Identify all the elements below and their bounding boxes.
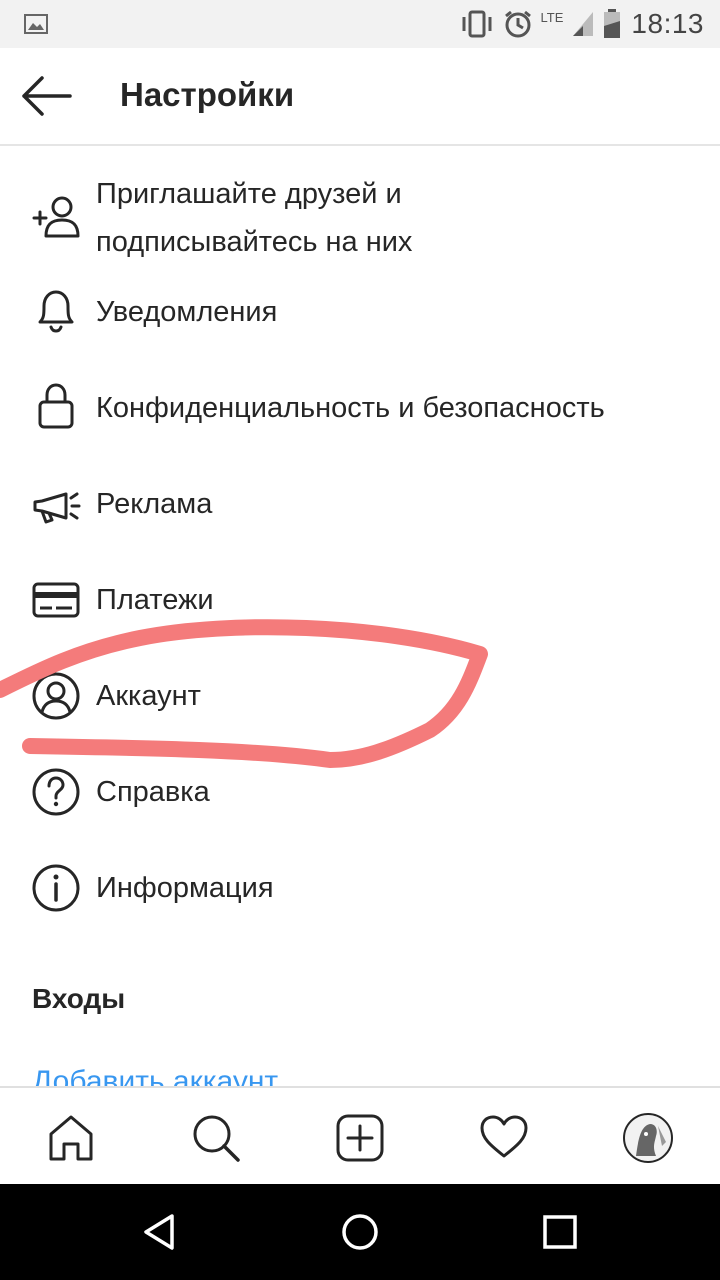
menu-item-label: Конфиденциальность и безопасность bbox=[96, 392, 605, 424]
gallery-notification-icon bbox=[24, 14, 48, 34]
page-title: Настройки bbox=[120, 76, 295, 113]
menu-item-notifications[interactable]: Уведомления bbox=[0, 288, 720, 336]
menu-item-account[interactable]: Аккаунт bbox=[0, 672, 720, 720]
vibrate-icon bbox=[462, 10, 492, 38]
menu-item-label: Информация bbox=[96, 872, 274, 904]
search-icon[interactable] bbox=[190, 1112, 242, 1164]
menu-item-label: Приглашайте друзей и bbox=[96, 178, 402, 210]
megaphone-icon bbox=[33, 492, 81, 524]
menu-item-help[interactable]: Справка bbox=[0, 768, 720, 816]
add-post-icon[interactable] bbox=[334, 1112, 386, 1164]
menu-item-ads[interactable]: Реклама bbox=[0, 480, 720, 528]
menu-item-label: Аккаунт bbox=[96, 680, 201, 712]
back-arrow-icon[interactable] bbox=[18, 70, 74, 122]
menu-item-label: Уведомления bbox=[96, 296, 278, 328]
clock: 18:13 bbox=[631, 8, 704, 39]
bottom-tab-bar bbox=[0, 1086, 720, 1186]
add-account-link[interactable]: Добавить аккаунт bbox=[32, 1062, 278, 1086]
menu-item-about[interactable]: Информация bbox=[0, 864, 720, 912]
menu-item-label: Справка bbox=[96, 776, 210, 808]
lock-icon bbox=[38, 383, 74, 429]
account-circle-icon bbox=[32, 672, 80, 720]
credit-card-icon bbox=[32, 582, 80, 618]
home-icon[interactable] bbox=[45, 1112, 97, 1164]
section-title-logins: Входы bbox=[32, 983, 126, 1014]
battery-icon bbox=[604, 9, 621, 38]
menu-item-payments[interactable]: Платежи bbox=[0, 576, 720, 624]
add-person-icon bbox=[32, 196, 80, 238]
app-header: Настройки bbox=[0, 48, 720, 146]
menu-item-invite-friends[interactable]: Приглашайте друзей и подписывайтесь на н… bbox=[0, 170, 720, 286]
info-circle-icon bbox=[32, 864, 80, 912]
signal-icon bbox=[573, 12, 594, 36]
recents-square-icon[interactable] bbox=[540, 1212, 580, 1252]
back-triangle-icon[interactable] bbox=[140, 1212, 180, 1252]
profile-avatar[interactable] bbox=[622, 1112, 674, 1164]
bell-icon bbox=[38, 290, 74, 333]
network-type-label: LTE bbox=[540, 9, 564, 25]
menu-item-label: Реклама bbox=[96, 488, 213, 520]
menu-item-label: Платежи bbox=[96, 584, 214, 616]
menu-item-label: подписывайтесь на них bbox=[96, 226, 413, 258]
help-circle-icon bbox=[32, 768, 80, 816]
status-bar: LTE 18:13 bbox=[0, 0, 720, 48]
heart-icon[interactable] bbox=[478, 1112, 530, 1164]
menu-item-privacy[interactable]: Конфиденциальность и безопасность bbox=[0, 383, 720, 432]
home-circle-icon[interactable] bbox=[340, 1212, 380, 1252]
alarm-icon bbox=[504, 10, 531, 38]
system-nav-bar bbox=[0, 1184, 720, 1280]
